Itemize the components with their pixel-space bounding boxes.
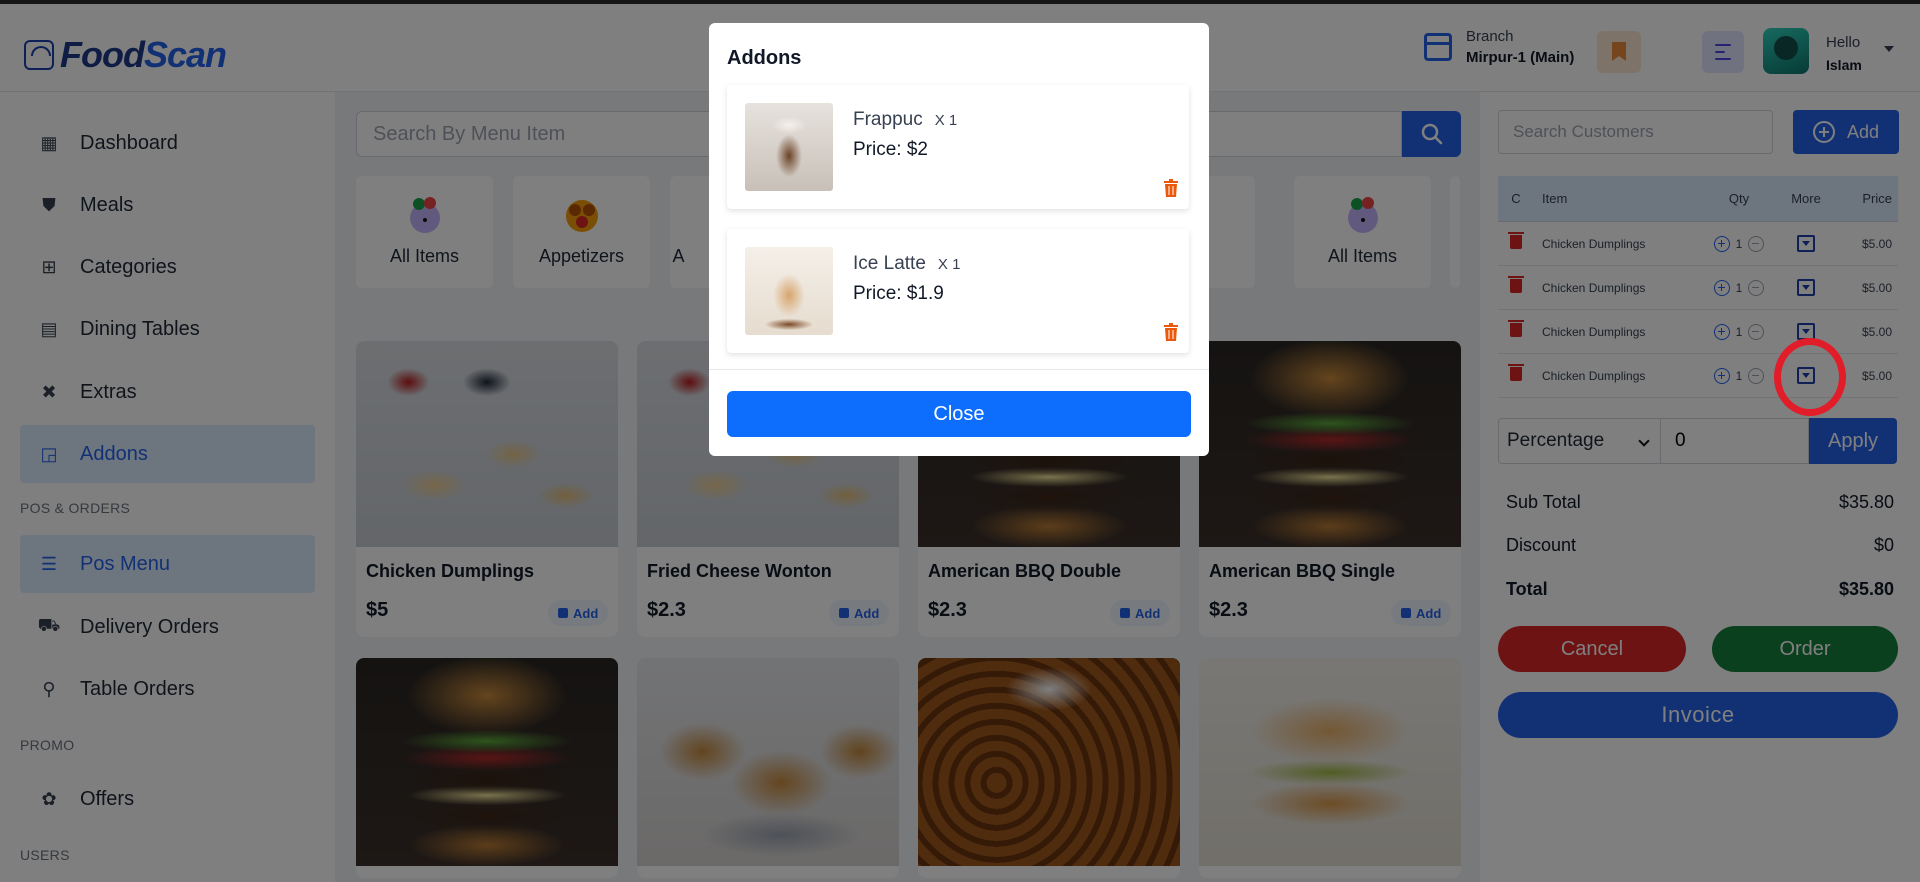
delete-addon-icon[interactable] <box>1163 179 1179 197</box>
delete-addon-icon[interactable] <box>1163 323 1179 341</box>
highlight-circle <box>1774 338 1846 416</box>
addon-card: Ice Latte X 1 Price: $1.9 <box>727 229 1189 353</box>
addon-name: Ice Latte <box>853 253 926 274</box>
close-button[interactable]: Close <box>727 391 1191 437</box>
addon-price: Price: $2 <box>853 139 928 160</box>
addon-qty: X 1 <box>934 112 958 129</box>
modal-title: Addons <box>727 47 802 69</box>
addon-qty: X 1 <box>937 256 961 273</box>
addon-image <box>745 247 833 335</box>
addon-card: Frappuc X 1 Price: $2 <box>727 85 1189 209</box>
addon-name-row: Ice Latte X 1 <box>853 253 960 275</box>
addon-name-row: Frappuc X 1 <box>853 109 957 131</box>
modal-divider <box>709 369 1209 370</box>
addon-price: Price: $1.9 <box>853 283 944 304</box>
addons-modal: Addons Frappuc X 1 Price: $2 Ice Latte X 1… <box>709 23 1209 456</box>
addon-image <box>745 103 833 191</box>
addon-name: Frappuc <box>853 109 923 130</box>
